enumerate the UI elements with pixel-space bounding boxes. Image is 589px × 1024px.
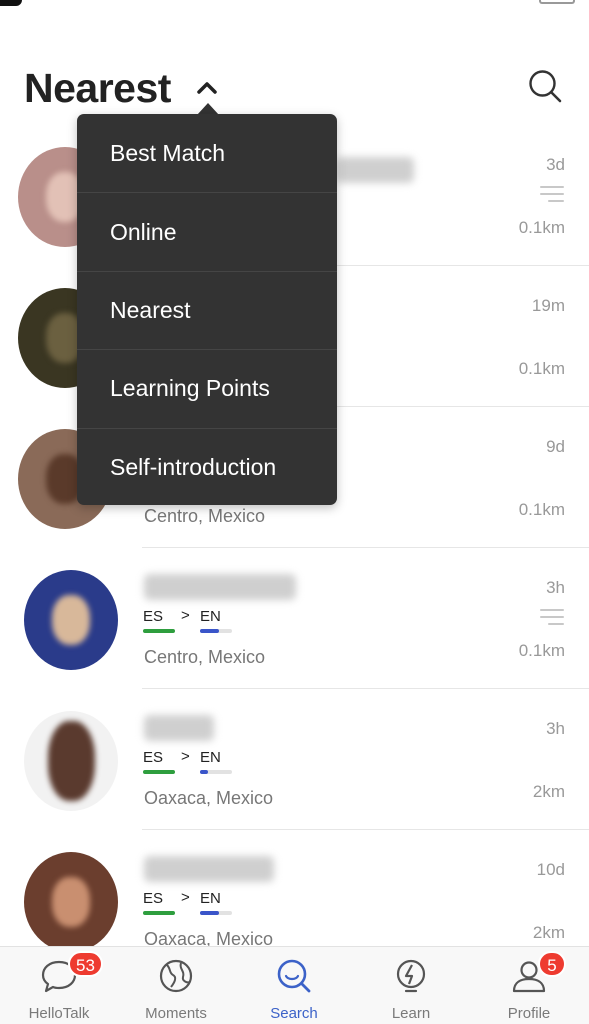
last-active-time: 3d <box>546 155 565 174</box>
tab-label: HelloTalk <box>28 1005 90 1022</box>
user-name-blurred <box>144 574 296 600</box>
native-level-bar <box>143 629 175 633</box>
notification-badge: 5 <box>538 951 566 977</box>
native-level-bar <box>143 911 175 915</box>
tab-label: Learn <box>391 1005 431 1022</box>
battery-icon <box>539 0 575 4</box>
status-clock-fragment <box>0 0 22 6</box>
language-arrow-icon: > <box>181 889 190 906</box>
sort-option-learning-points[interactable]: Learning Points <box>77 349 337 427</box>
distance: 0.1km <box>518 218 565 237</box>
distance: 0.1km <box>518 500 565 519</box>
tab-label: Search <box>270 1005 318 1022</box>
last-active-time: 3h <box>546 719 565 738</box>
status-bar <box>0 0 589 14</box>
user-location: Centro, Mexico <box>144 647 266 667</box>
user-row[interactable]: ES > EN Centro, Mexico 3h 0.1km <box>0 548 589 689</box>
language-pair: ES > EN <box>143 889 263 920</box>
user-row[interactable]: ES > EN Oaxaca, Mexico 3h 2km <box>0 689 589 830</box>
avatar[interactable] <box>24 852 118 952</box>
sort-option-self-introduction[interactable]: Self-introduction <box>77 427 337 505</box>
native-level-bar <box>143 770 175 774</box>
learning-level-bar <box>200 629 219 633</box>
globe-icon <box>159 959 193 993</box>
learning-level-bar <box>200 911 219 915</box>
distance: 2km <box>532 782 565 801</box>
sort-option-online[interactable]: Online <box>77 192 337 270</box>
sort-option-best-match[interactable]: Best Match <box>77 114 337 192</box>
user-name-blurred <box>144 715 214 741</box>
tab-label: Profile <box>507 1005 551 1022</box>
tab-learn[interactable]: Learn <box>352 947 470 1024</box>
self-intro-icon <box>540 186 564 204</box>
distance: 2km <box>532 923 565 942</box>
tab-hellotalk[interactable]: 53 HelloTalk <box>0 947 118 1024</box>
sort-selector-title[interactable]: Nearest <box>24 65 171 112</box>
sort-dropdown-menu: Best Match Online Nearest Learning Point… <box>77 114 337 505</box>
self-intro-icon <box>540 609 564 627</box>
lightning-bulb-icon <box>396 959 426 993</box>
user-name-blurred <box>336 157 414 183</box>
learning-language: EN <box>200 608 221 625</box>
native-language: ES <box>143 890 164 907</box>
language-arrow-icon: > <box>181 748 190 765</box>
tab-search[interactable]: Search <box>235 947 353 1024</box>
sort-option-nearest[interactable]: Nearest <box>77 270 337 349</box>
language-arrow-icon: > <box>181 607 190 624</box>
language-pair: ES > EN <box>143 607 263 638</box>
learning-language: EN <box>200 890 221 907</box>
search-icon[interactable] <box>526 67 564 105</box>
distance: 0.1km <box>518 641 565 660</box>
user-name-blurred <box>144 856 274 882</box>
avatar[interactable] <box>24 570 118 670</box>
avatar[interactable] <box>24 711 118 811</box>
search-icon <box>277 959 311 993</box>
last-active-time: 19m <box>531 296 565 315</box>
unread-badge: 53 <box>68 951 103 977</box>
tab-profile[interactable]: 5 Profile <box>470 947 588 1024</box>
language-pair: ES > EN <box>143 748 263 779</box>
learning-level-bar <box>200 770 208 774</box>
native-language: ES <box>143 608 164 625</box>
last-active-time: 3h <box>546 578 565 597</box>
user-location: Oaxaca, Mexico <box>144 788 274 808</box>
learning-language: EN <box>200 749 221 766</box>
bottom-tab-bar: 53 HelloTalk Moments Search Learn 5 Prof… <box>0 946 589 1024</box>
user-location: Centro, Mexico <box>144 506 266 526</box>
chevron-up-icon[interactable] <box>194 75 220 101</box>
native-language: ES <box>143 749 164 766</box>
tab-label: Moments <box>145 1005 207 1022</box>
tab-moments[interactable]: Moments <box>117 947 235 1024</box>
last-active-time: 10d <box>536 860 565 879</box>
distance: 0.1km <box>518 359 565 378</box>
last-active-time: 9d <box>546 437 565 456</box>
